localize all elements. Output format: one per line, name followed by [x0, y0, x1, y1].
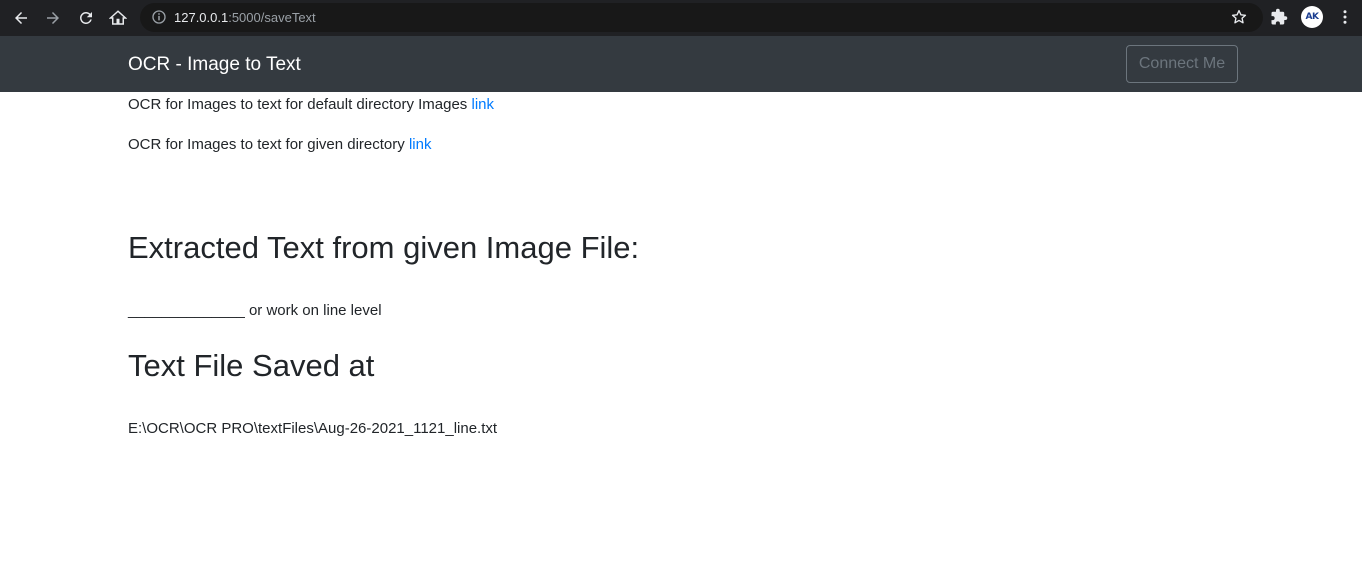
forward-button[interactable] — [41, 6, 65, 30]
default-directory-link[interactable]: link — [471, 96, 494, 113]
home-button[interactable] — [106, 6, 130, 30]
extracted-text-content: ______________ or work on line level — [128, 302, 382, 319]
url-path: :5000/saveText — [228, 10, 316, 25]
reload-icon — [79, 11, 92, 24]
connect-me-button[interactable]: Connect Me — [1126, 45, 1238, 83]
given-directory-line: OCR for Images to text for given directo… — [128, 135, 431, 155]
default-directory-text: OCR for Images to text for default direc… — [128, 96, 472, 113]
given-directory-link[interactable]: link — [409, 136, 432, 153]
app-navbar: OCR - Image to Text Connect Me — [0, 36, 1362, 92]
extensions-puzzle-icon[interactable] — [1270, 8, 1288, 26]
home-icon — [109, 10, 127, 25]
info-icon[interactable] — [150, 8, 168, 26]
kebab-menu-icon[interactable] — [1336, 8, 1354, 26]
saved-file-heading: Text File Saved at — [128, 348, 375, 383]
default-directory-line: OCR for Images to text for default direc… — [128, 95, 494, 115]
back-button[interactable] — [9, 6, 33, 30]
url-host: 127.0.0.1 — [174, 10, 229, 25]
forward-arrow-icon — [47, 12, 59, 24]
browser-toolbar: 127.0.0.1:5000/saveText AK — [0, 0, 1362, 36]
navbar-brand[interactable]: OCR - Image to Text — [128, 54, 301, 76]
extracted-text-heading: Extracted Text from given Image File: — [128, 230, 640, 265]
profile-avatar[interactable]: AK — [1301, 6, 1323, 28]
avatar-initials: AK — [1305, 12, 1319, 22]
bookmark-star-icon[interactable] — [1230, 8, 1248, 26]
back-arrow-icon — [15, 12, 27, 24]
saved-file-path: E:\OCR\OCR PRO\textFiles\Aug-26-2021_112… — [128, 420, 498, 437]
given-directory-text: OCR for Images to text for given directo… — [128, 136, 409, 153]
url-text[interactable]: 127.0.0.1:5000/saveText — [174, 9, 316, 26]
reload-button[interactable] — [74, 6, 98, 30]
